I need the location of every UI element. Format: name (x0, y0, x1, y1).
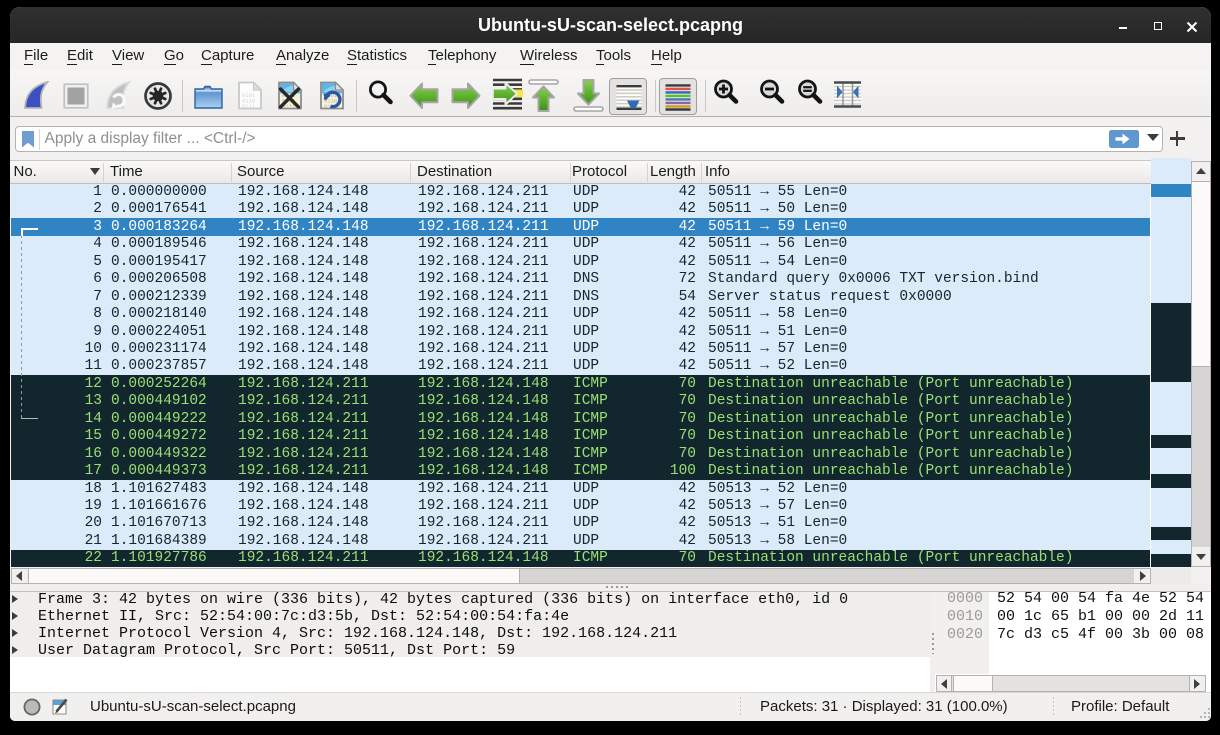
svg-text:0111: 0111 (242, 103, 256, 110)
